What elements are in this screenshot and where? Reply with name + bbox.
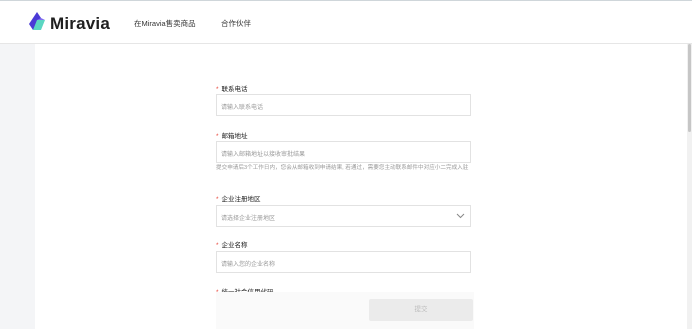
page-background [0, 44, 687, 329]
email-label: * 邮箱地址 [216, 133, 248, 140]
region-label: * 企业注册地区 [216, 196, 261, 203]
company-name-label: * 企业名称 [216, 242, 248, 249]
company-name-placeholder: 请输入您的企业名称 [221, 262, 276, 268]
required-mark: * [216, 133, 219, 140]
email-hint: 提交申请后3个工作日内，您会从邮箱收到申请结果, 若通过，需要您主动联系邮件中对… [216, 165, 469, 171]
email-input[interactable]: 请输入邮箱地址以接收审批结果 [216, 141, 471, 163]
required-mark: * [216, 86, 219, 93]
chevron-down-icon [456, 213, 465, 219]
phone-label: * 联系电话 [216, 86, 248, 93]
company-name-input[interactable]: 请输入您的企业名称 [216, 251, 471, 273]
required-mark: * [216, 242, 219, 249]
email-placeholder: 请输入邮箱地址以接收审批结果 [221, 152, 306, 158]
miravia-logo[interactable]: Miravia [27, 10, 110, 34]
scrollbar-thumb[interactable] [688, 44, 691, 132]
region-placeholder: 请选择企业注册地区 [221, 216, 276, 222]
brand-name: Miravia [50, 14, 110, 33]
phone-placeholder: 请输入联系电话 [221, 105, 264, 111]
region-select[interactable]: 请选择企业注册地区 [216, 205, 471, 227]
top-header: Miravia 在Miravia售卖商品 合作伙伴 [0, 0, 692, 44]
nav-sell-on-miravia[interactable]: 在Miravia售卖商品 [134, 18, 196, 29]
required-mark: * [216, 196, 219, 203]
nav-partners[interactable]: 合作伙伴 [221, 18, 251, 29]
submit-button[interactable]: 提交 [369, 299, 473, 321]
miravia-logo-icon [29, 12, 45, 30]
phone-input[interactable]: 请输入联系电话 [216, 94, 471, 116]
form-card [35, 44, 687, 329]
